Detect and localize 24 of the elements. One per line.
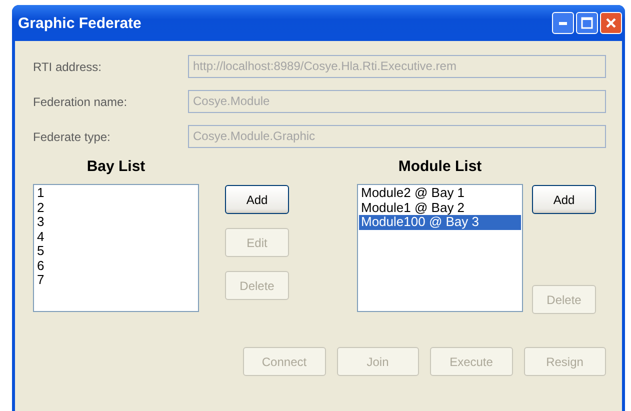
close-button[interactable] (600, 12, 622, 34)
window-title: Graphic Federate (18, 14, 142, 32)
maximize-button[interactable] (576, 12, 598, 34)
close-icon (605, 17, 617, 29)
list-item[interactable]: Module1 @ Bay 2 (359, 200, 521, 215)
list-heading: Bay List (86, 158, 146, 177)
minimize-button[interactable] (552, 12, 574, 34)
field-label: RTI address: (33, 60, 102, 74)
list-item[interactable]: 1 (35, 186, 197, 200)
minimize-icon (559, 21, 567, 25)
list-item[interactable]: 3 (35, 215, 197, 230)
button[interactable]: Add (225, 185, 289, 214)
maximize-icon (581, 17, 593, 29)
list-heading: Module List (397, 158, 483, 177)
field-label: Federate type: (33, 130, 112, 144)
button[interactable]: Add (532, 185, 596, 214)
field-label: Federation name: (33, 94, 128, 108)
list-item[interactable]: 4 (35, 230, 197, 244)
list-item[interactable]: 7 (35, 273, 197, 288)
list-item[interactable]: 6 (35, 258, 197, 273)
list-item[interactable]: Module100 @ Bay 3 (359, 215, 521, 230)
list-item[interactable]: 5 (35, 244, 197, 258)
list-item[interactable]: Module2 @ Bay 1 (359, 186, 521, 200)
list-item[interactable]: 2 (35, 200, 197, 215)
